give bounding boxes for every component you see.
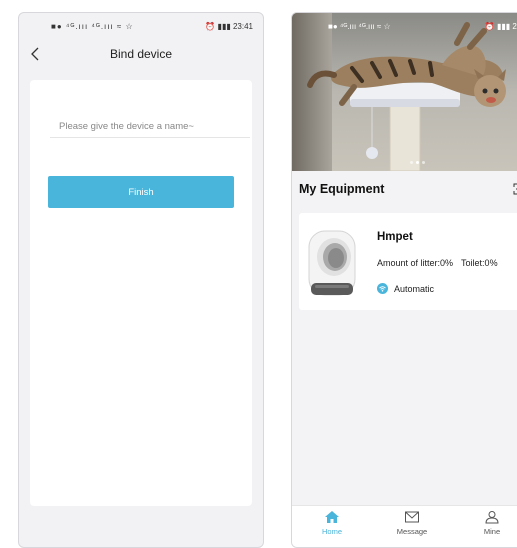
pagination-dot[interactable] — [410, 161, 413, 164]
status-bar-left: ■● ⁴ᴳ.ııı ⁴ᴳ.ııı ≈ ☆ — [51, 21, 134, 31]
user-icon — [485, 511, 499, 524]
envelope-icon — [405, 511, 419, 523]
banner-pagination — [410, 161, 425, 164]
equipment-header: My Equipment — [299, 177, 517, 201]
tab-message[interactable]: Message — [372, 506, 452, 547]
bind-device-screen: ■● ⁴ᴳ.ııı ⁴ᴳ.ııı ≈ ☆ ⏰ ▮▮▮ 23:41 Bind de… — [18, 12, 264, 548]
top-bar: Bind device — [19, 39, 263, 69]
section-title: My Equipment — [299, 182, 385, 196]
device-name: Hmpet — [377, 231, 413, 243]
toilet-level: Toilet:0% — [461, 258, 498, 268]
scan-icon[interactable] — [513, 183, 517, 195]
litter-box-image — [308, 230, 356, 296]
status-bar: ■● ⁴ᴳ.ııı ⁴ᴳ.ııı ≈ ☆ ⏰ ▮▮▮ 23:4 — [292, 13, 517, 39]
litter-amount: Amount of litter:0% — [377, 258, 454, 268]
device-mode: Automatic — [394, 284, 435, 294]
device-name-input[interactable] — [50, 116, 250, 138]
bind-form-card: Finish — [30, 80, 252, 506]
tab-mine[interactable]: Mine — [452, 506, 517, 547]
chevron-left-icon[interactable] — [27, 45, 45, 63]
status-bar-right: ⏰ ▮▮▮ 23:4 — [484, 21, 517, 31]
pagination-dot[interactable] — [422, 161, 425, 164]
page-title: Bind device — [109, 47, 173, 61]
device-stats: Amount of litter:0% Toilet:0% — [377, 258, 498, 268]
wifi-icon — [377, 283, 388, 294]
device-card[interactable]: Hmpet Amount of litter:0% Toilet:0% Autom… — [299, 213, 517, 310]
home-screen: ■● ⁴ᴳ.ııı ⁴ᴳ.ııı ≈ ☆ ⏰ ▮▮▮ 23:4 My Equip… — [291, 12, 517, 548]
status-bar-right: ⏰ ▮▮▮ 23:41 — [205, 21, 253, 31]
finish-button[interactable]: Finish — [48, 176, 234, 208]
status-bar: ■● ⁴ᴳ.ııı ⁴ᴳ.ııı ≈ ☆ ⏰ ▮▮▮ 23:41 — [19, 13, 263, 39]
bottom-tab-bar: Home Message Mine — [292, 505, 517, 547]
pagination-dot-active[interactable] — [416, 161, 419, 164]
tab-home[interactable]: Home — [292, 506, 372, 547]
banner-image[interactable]: ■● ⁴ᴳ.ııı ⁴ᴳ.ııı ≈ ☆ ⏰ ▮▮▮ 23:4 — [292, 13, 517, 171]
status-bar-left: ■● ⁴ᴳ.ııı ⁴ᴳ.ııı ≈ ☆ — [328, 21, 391, 31]
home-icon — [325, 511, 339, 523]
